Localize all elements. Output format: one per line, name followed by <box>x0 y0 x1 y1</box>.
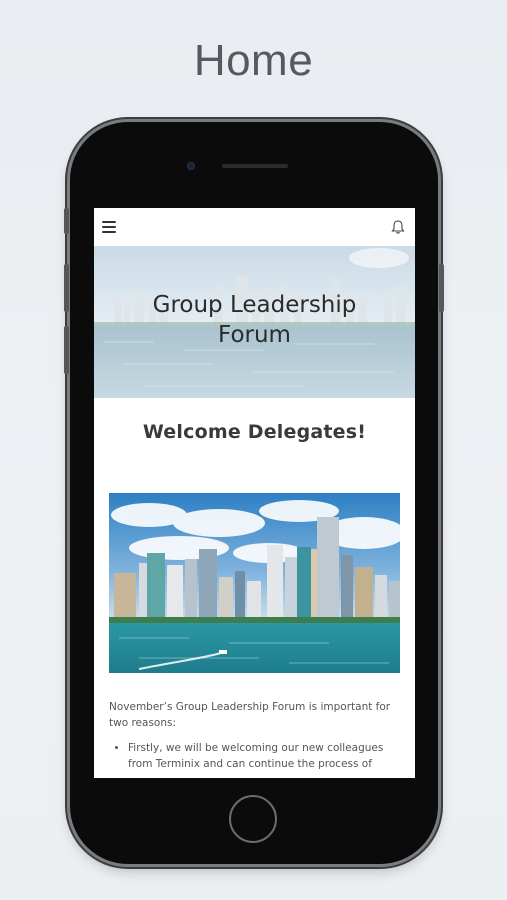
hero-title-line-2: Forum <box>218 322 291 348</box>
hero-title: Group Leadership Forum <box>94 290 415 350</box>
city-skyline-photo <box>109 493 400 673</box>
hero-banner: Group Leadership Forum <box>94 246 415 398</box>
intro-bullet-item: Firstly, we will be welcoming our new co… <box>128 741 399 772</box>
intro-bullet-list: Firstly, we will be welcoming our new co… <box>109 741 399 772</box>
earpiece-speaker <box>222 164 288 168</box>
intro-paragraph: November’s Group Leadership Forum is imp… <box>109 701 391 729</box>
welcome-heading: Welcome Delegates! <box>142 421 367 443</box>
bell-icon[interactable] <box>391 219 405 235</box>
page-heading: Home <box>193 36 314 85</box>
hero-title-line-1: Group Leadership <box>152 292 357 318</box>
power-button <box>439 264 444 312</box>
phone-frame: Group Leadership Forum Welcome Delegates… <box>64 122 444 864</box>
hamburger-menu-icon[interactable] <box>102 221 116 233</box>
intro-text: November’s Group Leadership Forum is imp… <box>109 700 399 772</box>
app-screen: Group Leadership Forum Welcome Delegates… <box>94 208 415 778</box>
app-top-bar <box>94 208 415 246</box>
home-button[interactable] <box>229 795 277 843</box>
volume-down-button <box>64 326 69 374</box>
front-camera <box>187 162 195 170</box>
mute-switch <box>64 208 69 234</box>
volume-up-button <box>64 264 69 312</box>
